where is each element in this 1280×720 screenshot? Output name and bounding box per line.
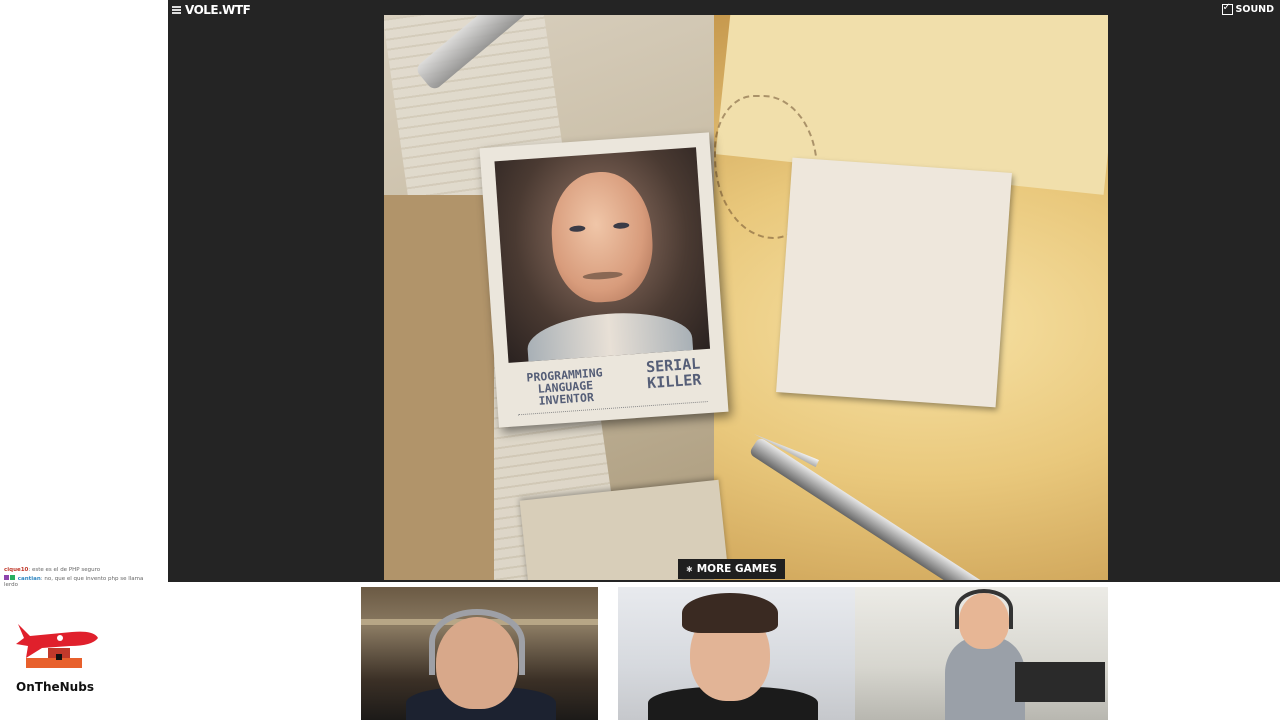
chat-badges	[4, 574, 16, 582]
webcam-feed	[618, 587, 855, 720]
chat-message: cique10: este es el de PHP seguro	[4, 567, 101, 573]
stream-sidebar: cique10: este es el de PHP seguro cantia…	[0, 0, 168, 720]
chat-message: cantian: no, que el que invento php se l…	[4, 574, 144, 588]
hamburger-menu-icon[interactable]	[172, 6, 181, 14]
blank-note	[776, 157, 1012, 408]
chat-username: cique10	[4, 567, 29, 573]
game-viewport: VOLE.WTF SOUND PROGRAMMING LANGUAGE INVE…	[168, 0, 1280, 582]
channel-name: OnTheNubs	[16, 680, 94, 694]
badge-icon	[10, 574, 15, 580]
sound-toggle[interactable]: SOUND	[1221, 2, 1274, 16]
option-serial-killer[interactable]: SERIAL KILLER	[633, 355, 715, 393]
star-icon: ✱	[686, 564, 693, 574]
suspect-photo	[494, 147, 711, 363]
channel-logo	[16, 624, 98, 668]
badge-icon	[4, 574, 9, 580]
craft-knife	[748, 436, 1037, 580]
more-games-button[interactable]: ✱ MORE GAMES	[678, 559, 785, 579]
game-scene: PROGRAMMING LANGUAGE INVENTOR SERIAL KIL…	[384, 15, 1108, 580]
chat-feed: cique10: este es el de PHP seguro cantia…	[4, 567, 154, 589]
chat-username: cantian	[17, 575, 41, 582]
chat-text: este es el de PHP seguro	[32, 567, 101, 573]
more-games-label: MORE GAMES	[696, 563, 777, 575]
site-brand[interactable]: VOLE.WTF	[185, 3, 251, 17]
sound-label: SOUND	[1235, 3, 1274, 15]
webcam-feed	[361, 587, 598, 720]
site-menu[interactable]: VOLE.WTF	[172, 2, 251, 18]
suspect-card: PROGRAMMING LANGUAGE INVENTOR SERIAL KIL…	[479, 132, 729, 428]
webcam-feed	[855, 587, 1108, 720]
option-programming-language-inventor[interactable]: PROGRAMMING LANGUAGE INVENTOR	[509, 365, 621, 409]
checkbox-icon[interactable]	[1221, 2, 1233, 15]
cardboard-piece	[384, 195, 494, 580]
